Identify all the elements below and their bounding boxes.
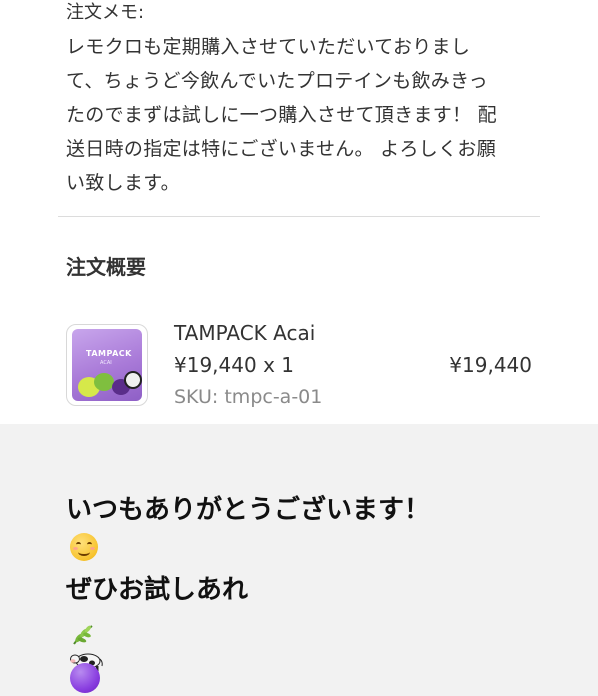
order-summary-title: 注文概要 xyxy=(66,255,146,279)
memo-line: レモクロも定期購入させていただいておりまし xyxy=(66,36,471,58)
pouch-brand-text: TAMPACK xyxy=(86,349,132,358)
product-line-total: ¥19,440 xyxy=(449,353,532,377)
caption-line-1-text: いつもありがとうございます！ xyxy=(66,495,431,525)
purple-circle-icon xyxy=(70,663,100,693)
order-memo-text: レモクロも定期購入させていただいておりまし て、ちょうど今飲んでいたプロテインも… xyxy=(66,30,542,200)
fruit-graphic xyxy=(94,373,114,391)
memo-line: たのでまずは試しに一つ購入させて頂きます！ 配 xyxy=(66,104,497,126)
product-sku: SKU: tmpc-a-01 xyxy=(174,386,323,408)
product-pouch-image: TAMPACK ACAI xyxy=(72,329,142,401)
product-name[interactable]: TAMPACK Acai xyxy=(174,318,315,348)
herb-icon xyxy=(70,614,96,645)
fruit-graphic xyxy=(124,371,142,389)
caption-line-1: いつもありがとうございます！ xyxy=(66,484,430,564)
product-thumbnail[interactable]: TAMPACK ACAI xyxy=(66,324,148,406)
pouch-sub-text: ACAI xyxy=(100,360,112,366)
smiling-face-icon xyxy=(70,533,98,561)
caption-text: いつもありがとうございます！ ぜひお試しあれ xyxy=(66,484,430,696)
cow-icon xyxy=(70,640,104,672)
caption-line-2-text: ぜひお試しあれ xyxy=(66,575,249,605)
memo-line: い致します。 xyxy=(66,172,180,194)
caption-line-2: ぜひお試しあれ xyxy=(66,564,430,696)
order-memo-label: 注文メモ: xyxy=(66,2,145,23)
product-price-quantity: ¥19,440 x 1 xyxy=(174,353,294,377)
memo-line: 送日時の指定は特にございません。 よろしくお願 xyxy=(66,138,496,160)
memo-line: て、ちょうど今飲んでいたプロテインも飲みきっ xyxy=(66,70,488,92)
order-card: 注文メモ: レモクロも定期購入させていただいておりまし て、ちょうど今飲んでいた… xyxy=(0,0,598,424)
section-divider xyxy=(58,216,540,217)
